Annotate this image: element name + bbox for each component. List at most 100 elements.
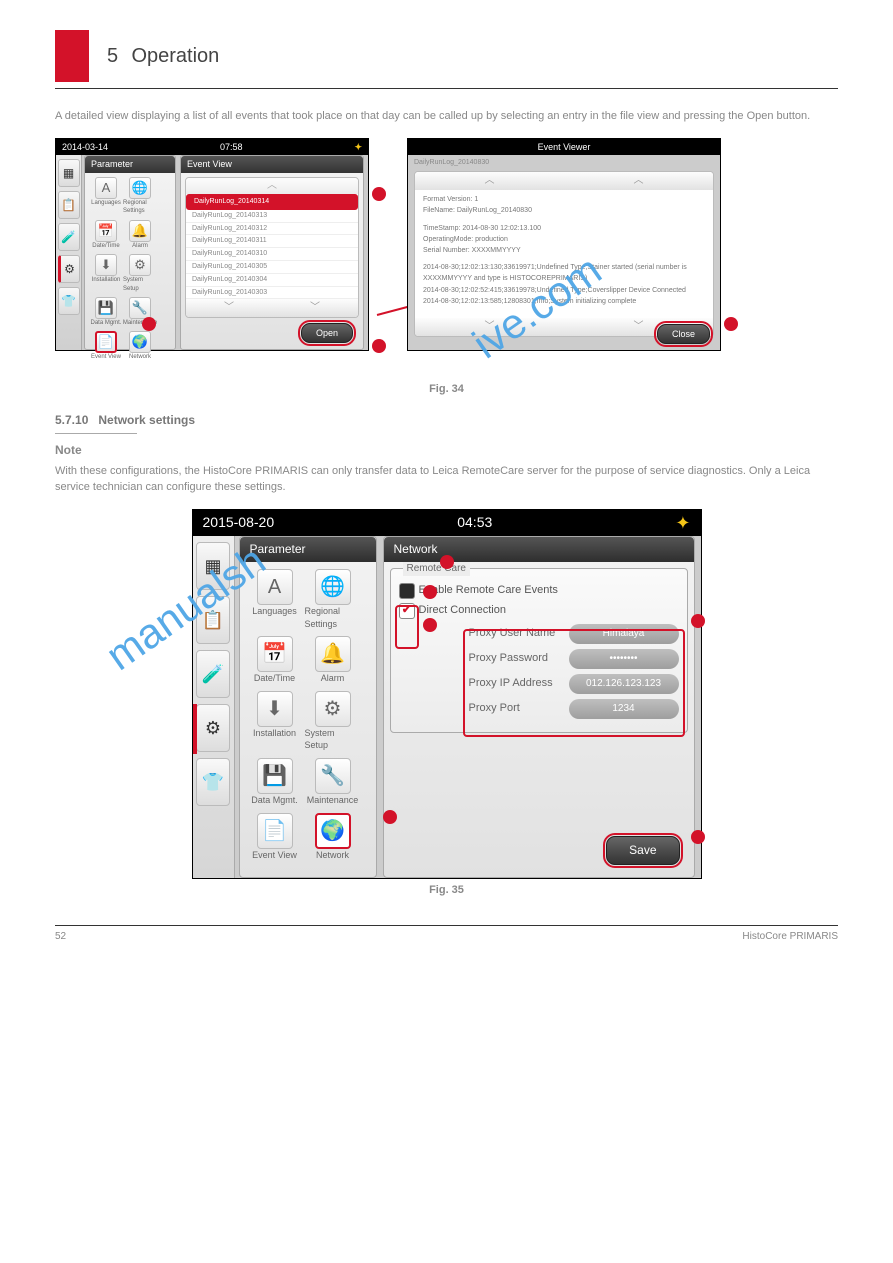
main-sidebar: ▦ 📋 🧪 ⚙ 👕 (193, 536, 235, 878)
sidebar-item-user[interactable]: 👕 (196, 758, 230, 806)
param-regional[interactable]: 🌐Regional Settings (123, 177, 157, 216)
callout-marker (691, 830, 705, 844)
list-item[interactable]: DailyRunLog_20140303 (186, 287, 358, 300)
footer-doc-name: HistoCore PRIMARIS (742, 930, 838, 944)
scroll-down-icon[interactable]: ﹀ (415, 318, 564, 336)
sidebar-item-programs[interactable]: 📋 (196, 596, 230, 644)
scroll-down-icon[interactable]: ﹀ (186, 299, 272, 317)
highlight-box (395, 605, 419, 649)
parameter-panel: Parameter ALanguages 🌐Regional Settings … (239, 536, 377, 878)
param-languages[interactable]: ALanguages (89, 177, 123, 216)
plus-icon: ✦ (354, 141, 362, 154)
param-eventview[interactable]: 📄Event View (89, 331, 123, 361)
parameter-panel: Parameter ALanguages 🌐Regional Settings … (84, 155, 176, 350)
enable-remotecare-label: Enable Remote Care Events (419, 583, 558, 598)
param-eventview[interactable]: 📄Event View (247, 813, 303, 862)
log-line: TimeStamp: 2014-08-30 12:02:13.100 (423, 223, 705, 234)
callout-marker (724, 317, 738, 331)
param-installation[interactable]: ⬇Installation (89, 254, 123, 293)
param-maintenance[interactable]: 🔧Maintenance (305, 758, 361, 807)
param-installation[interactable]: ⬇Installation (247, 691, 303, 752)
sidebar-item-user[interactable]: 👕 (58, 287, 80, 315)
header-divider (55, 88, 838, 89)
log-content-box: ︿︿ Format Version: 1 FileName: DailyRunL… (414, 171, 714, 337)
direct-connection-label: Direct Connection (419, 603, 506, 618)
log-line: 2014-08-30;12:02:13:130;33619971;Undefin… (423, 262, 705, 284)
page-number: 52 (55, 930, 66, 944)
section-title: Network settings (98, 412, 195, 429)
log-line: OperatingMode: production (423, 234, 705, 245)
screenshot-network-settings: 2015-08-20 04:53 ✦ ▦ 📋 🧪 ⚙ 👕 Parameter A… (192, 509, 702, 879)
figure-caption: Fig. 34 (55, 382, 838, 397)
scroll-up-icon[interactable]: ︿ (186, 178, 358, 194)
param-datetime[interactable]: 📅Date/Time (247, 636, 303, 685)
parameter-panel-header: Parameter (85, 156, 175, 173)
note-body: With these configurations, the HistoCore… (55, 464, 838, 495)
chapter-number: 5 (107, 45, 118, 67)
list-item[interactable]: DailyRunLog_20140311 (186, 235, 358, 248)
statusbar-time: 07:58 (220, 141, 243, 154)
param-alarm[interactable]: 🔔Alarm (123, 220, 157, 250)
param-network[interactable]: 🌍Network (123, 331, 157, 361)
intro-paragraph: A detailed view displaying a list of all… (55, 109, 838, 124)
network-panel-header: Network (384, 537, 694, 562)
list-item[interactable]: DailyRunLog_20140313 (186, 210, 358, 223)
dialog-title: Event Viewer (538, 141, 591, 154)
param-languages[interactable]: ALanguages (247, 569, 303, 630)
callout-marker (691, 614, 705, 628)
callout-marker (423, 618, 437, 632)
param-regional[interactable]: 🌐Regional Settings (305, 569, 361, 630)
sidebar-item-reagents[interactable]: 🧪 (58, 223, 80, 251)
section-underline (55, 433, 137, 434)
scroll-top-icon[interactable]: ︿ (564, 172, 713, 190)
eventview-panel: Event View ︿ DailyRunLog_20140314 DailyR… (180, 155, 364, 350)
close-button[interactable]: Close (657, 324, 710, 345)
eventview-panel-header: Event View (181, 156, 363, 173)
log-filename: DailyRunLog_20140830 (408, 155, 720, 171)
sidebar-item-programs[interactable]: 📋 (58, 191, 80, 219)
screenshot-settings-eventview: 2014-03-14 07:58 ✦ ▦ 📋 🧪 ⚙ 👕 Parameter A… (55, 138, 369, 351)
param-system[interactable]: ⚙System Setup (305, 691, 361, 752)
section-number: 5.7.10 (55, 412, 88, 429)
parameter-panel-header: Parameter (240, 537, 376, 562)
callout-marker (423, 585, 437, 599)
callout-marker (372, 187, 386, 201)
list-item[interactable]: DailyRunLog_20140304 (186, 274, 358, 287)
plus-icon: ✦ (675, 511, 690, 536)
statusbar-date: 2015-08-20 (203, 513, 275, 533)
log-line: 2014-08-30;12:02:13:585;12808301;Info;Sy… (423, 296, 705, 307)
log-line: Serial Number: XXXXMMYYYY (423, 245, 705, 256)
sidebar-item-dashboard[interactable]: ▦ (58, 159, 80, 187)
param-system[interactable]: ⚙System Setup (123, 254, 157, 293)
callout-marker (383, 810, 397, 824)
sidebar-item-dashboard[interactable]: ▦ (196, 542, 230, 590)
highlight-box (463, 629, 685, 737)
scroll-end-icon[interactable]: ﹀ (272, 299, 358, 317)
save-button[interactable]: Save (606, 836, 679, 865)
param-datamgt[interactable]: 💾Data Mgmt. (247, 758, 303, 807)
enable-remotecare-checkbox[interactable] (399, 583, 415, 599)
scroll-up-icon[interactable]: ︿ (415, 172, 564, 190)
param-network[interactable]: 🌍Network (305, 813, 361, 862)
event-log-list: ︿ DailyRunLog_20140314 DailyRunLog_20140… (185, 177, 359, 318)
list-item[interactable]: DailyRunLog_20140305 (186, 261, 358, 274)
log-line: Format Version: 1 (423, 194, 705, 205)
sidebar-item-reagents[interactable]: 🧪 (196, 650, 230, 698)
open-button[interactable]: Open (301, 323, 353, 344)
list-item[interactable]: DailyRunLog_20140312 (186, 223, 358, 236)
list-item[interactable]: DailyRunLog_20140310 (186, 248, 358, 261)
param-datetime[interactable]: 📅Date/Time (89, 220, 123, 250)
param-alarm[interactable]: 🔔Alarm (305, 636, 361, 685)
callout-marker (440, 555, 454, 569)
statusbar-date: 2014-03-14 (62, 141, 108, 154)
remote-care-legend: Remote Care (403, 562, 470, 576)
screenshot-event-viewer: Event Viewer DailyRunLog_20140830 ︿︿ For… (407, 138, 721, 351)
chapter-badge (55, 30, 89, 82)
chapter-title: Operation (131, 45, 219, 67)
param-datamgt[interactable]: 💾Data Mgmt. (89, 297, 123, 327)
note-heading: Note (55, 442, 838, 459)
list-item[interactable]: DailyRunLog_20140314 (186, 194, 358, 210)
sidebar-item-settings[interactable]: ⚙ (196, 704, 230, 752)
sidebar-item-settings[interactable]: ⚙ (58, 255, 80, 283)
main-sidebar: ▦ 📋 🧪 ⚙ 👕 (56, 155, 82, 350)
